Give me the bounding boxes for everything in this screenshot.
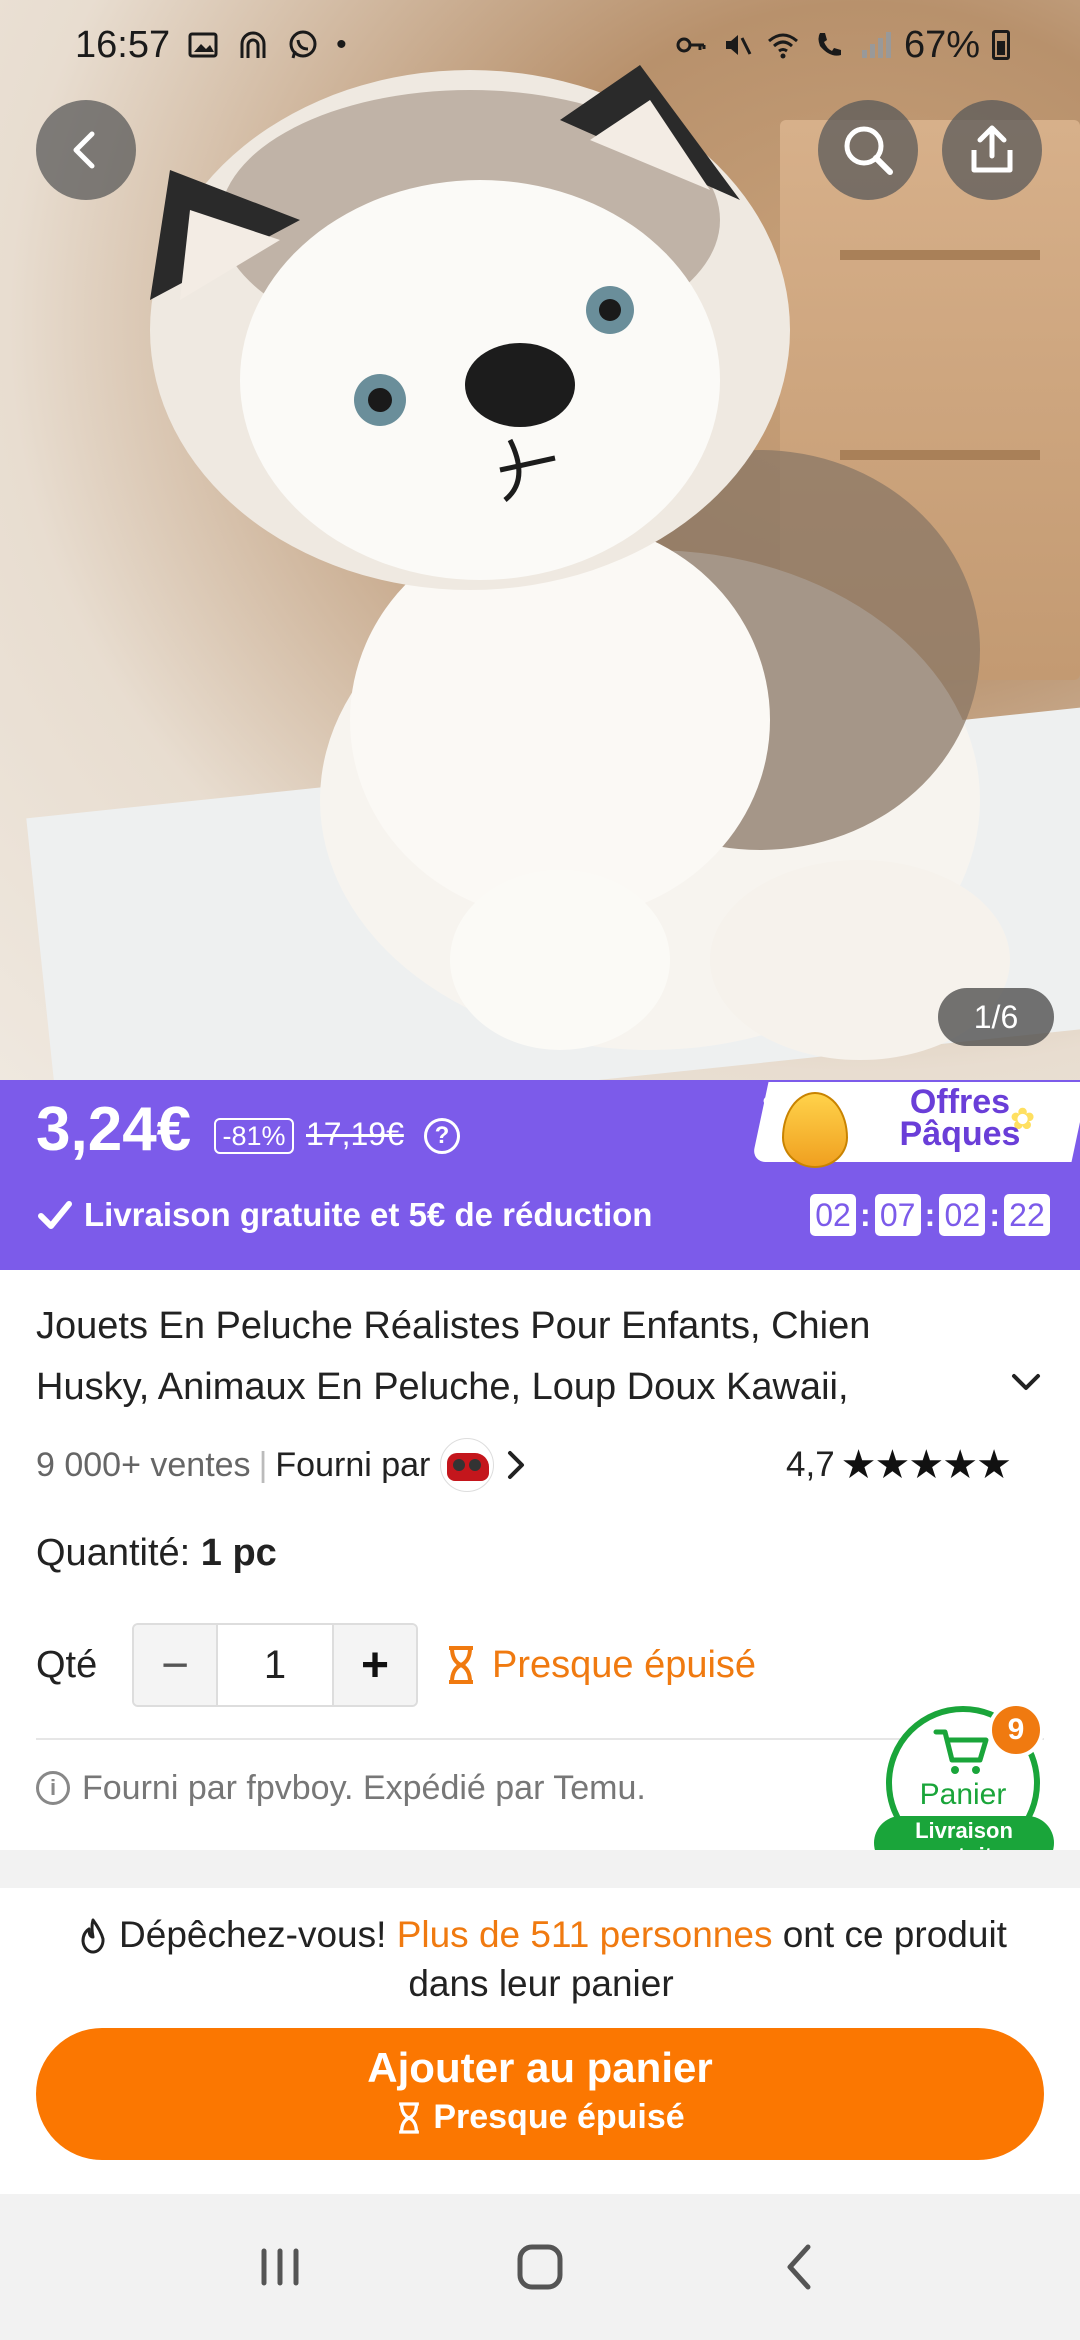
checkmark-icon [38, 1201, 72, 1229]
hourglass-icon [449, 1646, 473, 1684]
timer-separator: : [860, 1196, 871, 1233]
search-icon [844, 126, 893, 175]
recent-apps-icon[interactable] [250, 2237, 310, 2297]
stock-status-text: Presque épuisé [492, 1643, 757, 1686]
quantity-input[interactable]: 1 [216, 1625, 334, 1705]
share-button[interactable] [942, 100, 1042, 200]
title-fade [850, 1358, 990, 1414]
qty-label: Qté [36, 1643, 98, 1686]
countdown-timer: 02 : 07 : 02 : 22 [810, 1194, 1050, 1236]
share-icon [971, 125, 1013, 173]
hourglass-icon [399, 2101, 420, 2134]
podcast-icon [240, 31, 266, 58]
chevron-right-icon[interactable] [498, 1447, 534, 1483]
product-meta-row: 9 000+ ventes | Fourni par [36, 1438, 534, 1492]
status-bar: 16:57 • 67% [0, 0, 1080, 90]
quantity-label: Quantité: [36, 1532, 191, 1574]
home-icon[interactable] [510, 2237, 570, 2297]
shipping-offer: Livraison gratuite et 5€ de réduction [36, 1196, 652, 1234]
timer-hours: 07 [874, 1194, 921, 1236]
timer-separator: : [924, 1196, 936, 1233]
quantity-stepper[interactable]: − 1 + [132, 1623, 418, 1707]
back-arrow-icon [73, 131, 95, 169]
product-image[interactable] [0, 0, 1080, 1080]
husky-plush-photo [150, 65, 1010, 1060]
price-help-icon[interactable]: ? [424, 1118, 460, 1154]
dot-icon: • [336, 28, 347, 61]
system-navigation-bar [0, 2194, 1080, 2340]
rating[interactable]: 4,7 ★★★★★ [786, 1440, 1012, 1490]
product-title[interactable]: Jouets En Peluche Réalistes Pour Enfants… [36, 1296, 966, 1418]
add-to-cart-sublabel-text: Presque épuisé [433, 2098, 685, 2136]
divider: | [258, 1445, 268, 1484]
image-page-indicator: 1/6 [938, 988, 1054, 1046]
timer-minutes: 02 [939, 1194, 986, 1236]
promo-line-2: Pâques [899, 1115, 1021, 1153]
image-icon [188, 32, 218, 58]
search-button[interactable] [818, 100, 918, 200]
star-rating-icon: ★★★★★ [840, 1442, 1012, 1488]
supplier-note[interactable]: i Fourni par fpvboy. Expédié par Temu. [36, 1762, 646, 1814]
shipping-offer-text: Livraison gratuite et 5€ de réduction [84, 1196, 653, 1233]
whatsapp-icon [289, 30, 317, 59]
rating-value: 4,7 [786, 1445, 835, 1484]
quantity-summary: Quantité: 1 pc [36, 1532, 277, 1575]
sales-count: 9 000+ ventes [36, 1445, 251, 1484]
add-to-cart-label: Ajouter au panier [367, 2044, 713, 2091]
supplied-by-link[interactable]: Fourni par [275, 1446, 430, 1485]
cart-free-line-1: Livraison [915, 1818, 1013, 1843]
signal-icon [861, 32, 891, 58]
timer-days: 02 [810, 1194, 856, 1236]
timer-seconds: 22 [1003, 1194, 1050, 1236]
quantity-value-label: 1 pc [200, 1532, 277, 1574]
supplier-note-text: Fourni par fpvboy. Expédié par Temu. [82, 1768, 646, 1807]
status-time: 16:57 [75, 23, 171, 66]
urgency-message: Dépêchez-vous! Plus de 511 personnes ont… [36, 1910, 1046, 2008]
flower-icon: ✿ [762, 1087, 788, 1120]
current-price: 3,24€ [36, 1095, 192, 1164]
mute-icon [725, 35, 752, 55]
call-icon [818, 33, 841, 56]
divider [36, 1738, 1044, 1740]
original-price: 17,19€ [306, 1116, 404, 1152]
stock-status: Presque épuisé [444, 1644, 756, 1687]
increase-button[interactable]: + [334, 1625, 416, 1705]
cart-count-badge: 9 [988, 1702, 1044, 1758]
chevron-down-icon[interactable] [1006, 1362, 1046, 1402]
key-icon [676, 37, 706, 53]
battery-icon [992, 30, 1010, 60]
easter-promo-text: Offres Pâques [860, 1083, 1060, 1153]
timer-separator: : [989, 1196, 1000, 1233]
promo-line-1: Offres [909, 1083, 1011, 1121]
cart-label: Panier [919, 1778, 1007, 1811]
section-divider [0, 1850, 1080, 1888]
flame-icon [81, 1918, 105, 1954]
add-to-cart-button[interactable]: Ajouter au panier Presque épuisé [36, 2028, 1044, 2160]
urgency-prefix: Dépêchez-vous! [119, 1914, 387, 1955]
info-icon: i [36, 1771, 70, 1805]
quantity-row: Qté − 1 + Presque épuisé [36, 1622, 756, 1708]
store-logo[interactable] [440, 1438, 495, 1492]
discount-badge: -81% [214, 1118, 294, 1154]
cart-icon [933, 1729, 989, 1774]
system-back-icon[interactable] [770, 2237, 830, 2297]
back-button[interactable] [36, 100, 136, 200]
urgency-highlight: Plus de 511 personnes [396, 1914, 773, 1955]
wifi-icon [767, 33, 798, 59]
decrease-button[interactable]: − [134, 1625, 216, 1705]
add-to-cart-sublabel: Presque épuisé [36, 2098, 1044, 2137]
battery-percent: 67% [903, 23, 980, 66]
